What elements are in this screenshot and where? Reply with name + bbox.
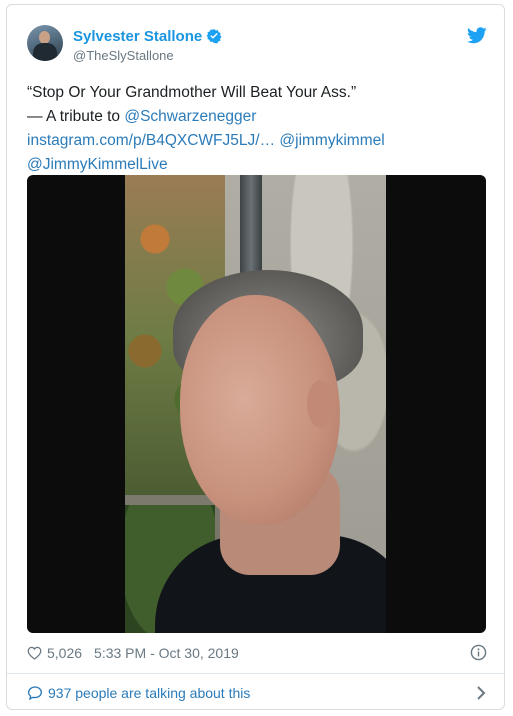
like-count[interactable]: 5,026 <box>47 645 82 661</box>
video-thumbnail[interactable] <box>125 175 386 633</box>
video-media[interactable] <box>27 175 486 633</box>
chevron-right-icon[interactable] <box>475 685 487 701</box>
tweet-footer: 5,026 5:33 PM - Oct 30, 2019 <box>27 641 487 665</box>
verified-badge-icon <box>206 29 222 44</box>
mention-schwarzenegger-link[interactable]: @Schwarzenegger <box>124 108 256 125</box>
mention-jimmykimmel-link[interactable]: @jimmykimmel <box>279 132 384 149</box>
author-display-name[interactable]: Sylvester Stallone <box>73 28 202 45</box>
author-handle[interactable]: @TheSlyStallone <box>73 48 174 63</box>
heart-icon[interactable] <box>27 646 42 660</box>
background-downspout <box>240 175 262 285</box>
tweet-header: Sylvester Stallone @TheSlyStallone <box>27 25 487 69</box>
author-name-row[interactable]: Sylvester Stallone <box>73 26 222 46</box>
tweet-tribute-line: — A tribute to @Schwarzenegger <box>27 105 487 129</box>
tweet-timestamp[interactable]: 5:33 PM - Oct 30, 2019 <box>94 645 239 661</box>
speech-bubble-icon <box>27 686 43 701</box>
footer-divider <box>7 673 504 674</box>
conversation-link[interactable]: 937 people are talking about this <box>27 681 487 705</box>
avatar-body-shape <box>33 43 57 61</box>
info-icon[interactable] <box>470 644 487 661</box>
mention-jimmykimmellive-link[interactable]: @JimmyKimmelLive <box>27 156 168 173</box>
instagram-link[interactable]: instagram.com/p/B4QXCWFJ5LJ/… <box>27 132 275 149</box>
author-avatar[interactable] <box>27 25 63 61</box>
tweet-quote-line: “Stop Or Your Grandmother Will Beat Your… <box>27 84 357 101</box>
person-ear <box>307 380 335 428</box>
conversation-text[interactable]: 937 people are talking about this <box>48 685 250 701</box>
tweet-mention-line: @JimmyKimmelLive <box>27 153 487 177</box>
tweet-card: Sylvester Stallone @TheSlyStallone “Stop… <box>6 4 505 710</box>
tweet-links-line: instagram.com/p/B4QXCWFJ5LJ/… @jimmykimm… <box>27 129 487 153</box>
twitter-bird-icon[interactable] <box>467 27 487 44</box>
tweet-text: “Stop Or Your Grandmother Will Beat Your… <box>27 81 487 177</box>
tribute-prefix: — A tribute to <box>27 108 125 125</box>
